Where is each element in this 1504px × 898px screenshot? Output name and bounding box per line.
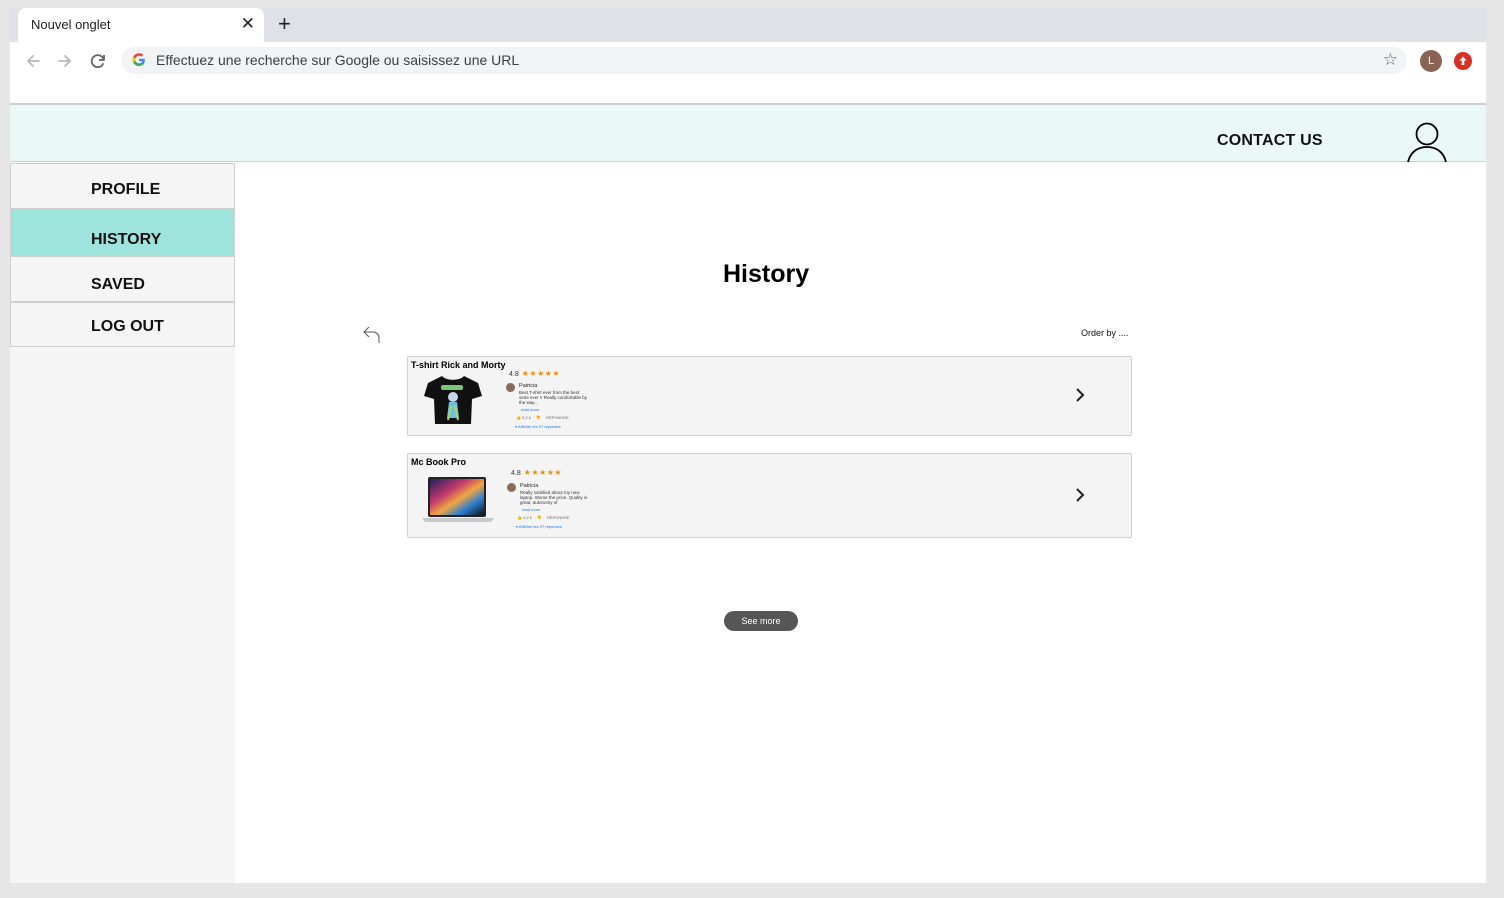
reviewer-avatar bbox=[506, 383, 515, 392]
thumbs-down-icon[interactable]: 👎 bbox=[537, 515, 542, 520]
tab-title: Nouvel onglet bbox=[31, 17, 111, 32]
tab-strip: Nouvel onglet ✕ + bbox=[10, 8, 1486, 42]
chevron-right-icon[interactable] bbox=[1072, 387, 1088, 403]
sidebar: PROFILE HISTORY SAVED LOG OUT bbox=[10, 163, 235, 883]
show-replies-label: Afficher les 97 réponses bbox=[518, 524, 562, 529]
history-item-card[interactable]: Mc Book Pro 4.8 ★★★★★ Patricia Really sat… bbox=[407, 453, 1132, 538]
reviewer-avatar bbox=[507, 483, 516, 492]
chevron-right-icon[interactable] bbox=[1072, 487, 1088, 503]
show-replies-link[interactable]: ▾ Afficher les 97 réponses bbox=[515, 424, 561, 429]
sidebar-item-label: HISTORY bbox=[91, 231, 162, 248]
sidebar-item-profile[interactable]: PROFILE bbox=[10, 163, 235, 209]
sidebar-item-saved[interactable]: SAVED bbox=[10, 256, 235, 302]
show-replies-label: Afficher les 97 réponses bbox=[517, 424, 561, 429]
review-actions: 👍 9,2 k 👎 RÉPONDRE bbox=[517, 515, 570, 520]
product-title: Mc Book Pro bbox=[411, 457, 467, 467]
address-bar[interactable]: Effectuez une recherche sur Google ou sa… bbox=[121, 47, 1407, 74]
review-text: Best T-shirt ever from the best serie ev… bbox=[519, 390, 588, 405]
thumbs-down-icon[interactable]: 👎 bbox=[536, 415, 541, 420]
reply-button[interactable]: RÉPONDRE bbox=[546, 415, 569, 420]
read-more-link[interactable]: read more bbox=[522, 507, 540, 512]
extension-update-icon[interactable] bbox=[1454, 52, 1472, 70]
user-account-icon[interactable] bbox=[1406, 121, 1448, 163]
bookmark-star-icon[interactable]: ☆ bbox=[1383, 50, 1398, 70]
rating-value: 4.8 bbox=[511, 470, 521, 477]
page-title: History bbox=[723, 260, 810, 288]
browser-window: Nouvel onglet ✕ + Effectuez une recherch… bbox=[10, 8, 1486, 883]
rating-value: 4.8 bbox=[509, 371, 519, 378]
sidebar-item-history[interactable]: HISTORY bbox=[10, 209, 235, 256]
back-arrow-icon[interactable] bbox=[22, 50, 44, 72]
laptop-product-image bbox=[422, 477, 494, 522]
review-actions: 👍 9,2 k 👎 RÉPONDRE bbox=[516, 415, 569, 420]
back-reply-icon[interactable] bbox=[362, 324, 382, 344]
tab-new-tab[interactable]: Nouvel onglet ✕ bbox=[18, 8, 264, 42]
profile-avatar[interactable]: L bbox=[1420, 50, 1442, 72]
address-bar-placeholder: Effectuez une recherche sur Google ou sa… bbox=[156, 52, 520, 68]
order-by-dropdown[interactable]: Order by .... bbox=[1081, 328, 1129, 338]
tshirt-product-image bbox=[424, 376, 482, 424]
product-rating: 4.8 ★★★★★ bbox=[511, 468, 562, 477]
review-snippet: Patricia Really satisfied about my new l… bbox=[507, 483, 587, 533]
browser-toolbar: Effectuez une recherche sur Google ou sa… bbox=[10, 42, 1486, 79]
reviewer-name: Patricia bbox=[519, 383, 538, 389]
sidebar-item-log-out[interactable]: LOG OUT bbox=[10, 302, 235, 347]
show-replies-link[interactable]: ▾ Afficher les 97 réponses bbox=[516, 524, 562, 529]
close-tab-icon[interactable]: ✕ bbox=[241, 14, 255, 34]
star-rating-icon: ★★★★★ bbox=[523, 468, 563, 477]
read-more-link[interactable]: read more bbox=[521, 407, 539, 412]
google-icon bbox=[132, 53, 145, 66]
contact-us-link[interactable]: CONTACT US bbox=[1217, 132, 1323, 150]
sidebar-item-label: SAVED bbox=[91, 276, 145, 293]
reload-icon[interactable] bbox=[87, 50, 109, 72]
star-rating-icon: ★★★★★ bbox=[521, 369, 561, 378]
reply-button[interactable]: RÉPONDRE bbox=[547, 515, 570, 520]
site-header: CONTACT US bbox=[10, 103, 1486, 163]
product-title: T-shirt Rick and Morty bbox=[411, 360, 506, 370]
sidebar-item-label: LOG OUT bbox=[91, 318, 164, 335]
forward-arrow-icon[interactable] bbox=[54, 50, 76, 72]
sidebar-item-label: PROFILE bbox=[91, 181, 161, 198]
see-more-button[interactable]: See more bbox=[724, 611, 798, 631]
review-text: Really satisfied about my new laptop. Wo… bbox=[520, 490, 588, 505]
thumbs-up-icon[interactable]: 👍 bbox=[517, 515, 522, 520]
like-count: 9,2 k bbox=[523, 515, 532, 520]
like-count: 9,2 k bbox=[522, 415, 531, 420]
review-snippet: Patricia Best T-shirt ever from the best… bbox=[506, 383, 587, 433]
new-tab-icon[interactable]: + bbox=[278, 12, 291, 36]
thumbs-up-icon[interactable]: 👍 bbox=[516, 415, 521, 420]
reviewer-name: Patricia bbox=[520, 483, 539, 489]
history-item-card[interactable]: T-shirt Rick and Morty 4.8 ★★★★★ Patricia… bbox=[407, 356, 1132, 436]
product-rating: 4.8 ★★★★★ bbox=[509, 369, 560, 378]
arrow-up-icon bbox=[1459, 56, 1467, 65]
